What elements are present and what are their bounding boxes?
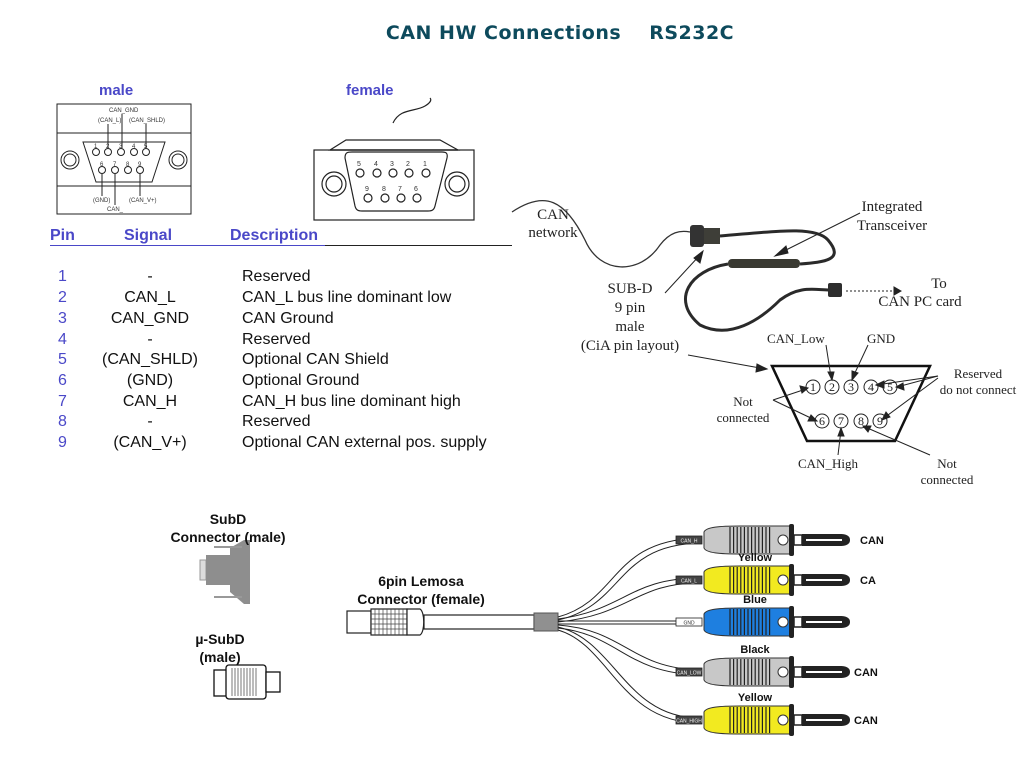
plug-hole xyxy=(777,714,789,726)
banana-plug: CAN_L Yellow CA xyxy=(675,552,876,596)
plug-neck xyxy=(793,616,803,628)
plug-hole xyxy=(777,534,789,546)
plug-color-label: Black xyxy=(740,644,770,656)
plug-grip xyxy=(703,705,791,735)
wire-tag-text: GND xyxy=(683,621,695,627)
plug-color-label: Yellow xyxy=(738,692,773,704)
plug-hole xyxy=(777,666,789,678)
plug-grip xyxy=(703,525,791,555)
plug-end-label: CAN xyxy=(854,715,878,727)
plug-grip xyxy=(703,565,791,595)
wire-tag-text: CAN_H xyxy=(681,539,698,545)
plug-end-label: CAN xyxy=(854,667,878,679)
plug-neck xyxy=(793,714,803,726)
banana-plug: GND Blue xyxy=(675,594,850,638)
plug-hole xyxy=(777,574,789,586)
plug-neck xyxy=(793,574,803,586)
banana-plug: CAN_H CAN xyxy=(675,524,884,556)
wire-tag-text: CAN_LOW xyxy=(677,671,702,677)
plug-end-label: CA xyxy=(860,575,876,587)
plug-neck xyxy=(793,534,803,546)
plug-color-label: Blue xyxy=(743,594,767,606)
banana-plug: CAN_LOW Black CAN xyxy=(675,644,878,688)
banana-plugs: CAN_H CAN CAN_L Yellow CA GND Blue CAN_LOW Black… xyxy=(675,524,884,736)
plug-hole xyxy=(777,616,789,628)
plug-color-label: Yellow xyxy=(738,552,773,564)
wire-tag-text: CAN_L xyxy=(681,579,697,585)
plug-grip xyxy=(703,607,791,637)
plug-grip xyxy=(703,657,791,687)
wire-tag-text: CAN_HIGH xyxy=(676,719,702,725)
banana-plug: CAN_HIGH Yellow CAN xyxy=(675,692,878,736)
plug-neck xyxy=(793,666,803,678)
plug-end-label: CAN xyxy=(860,535,884,547)
